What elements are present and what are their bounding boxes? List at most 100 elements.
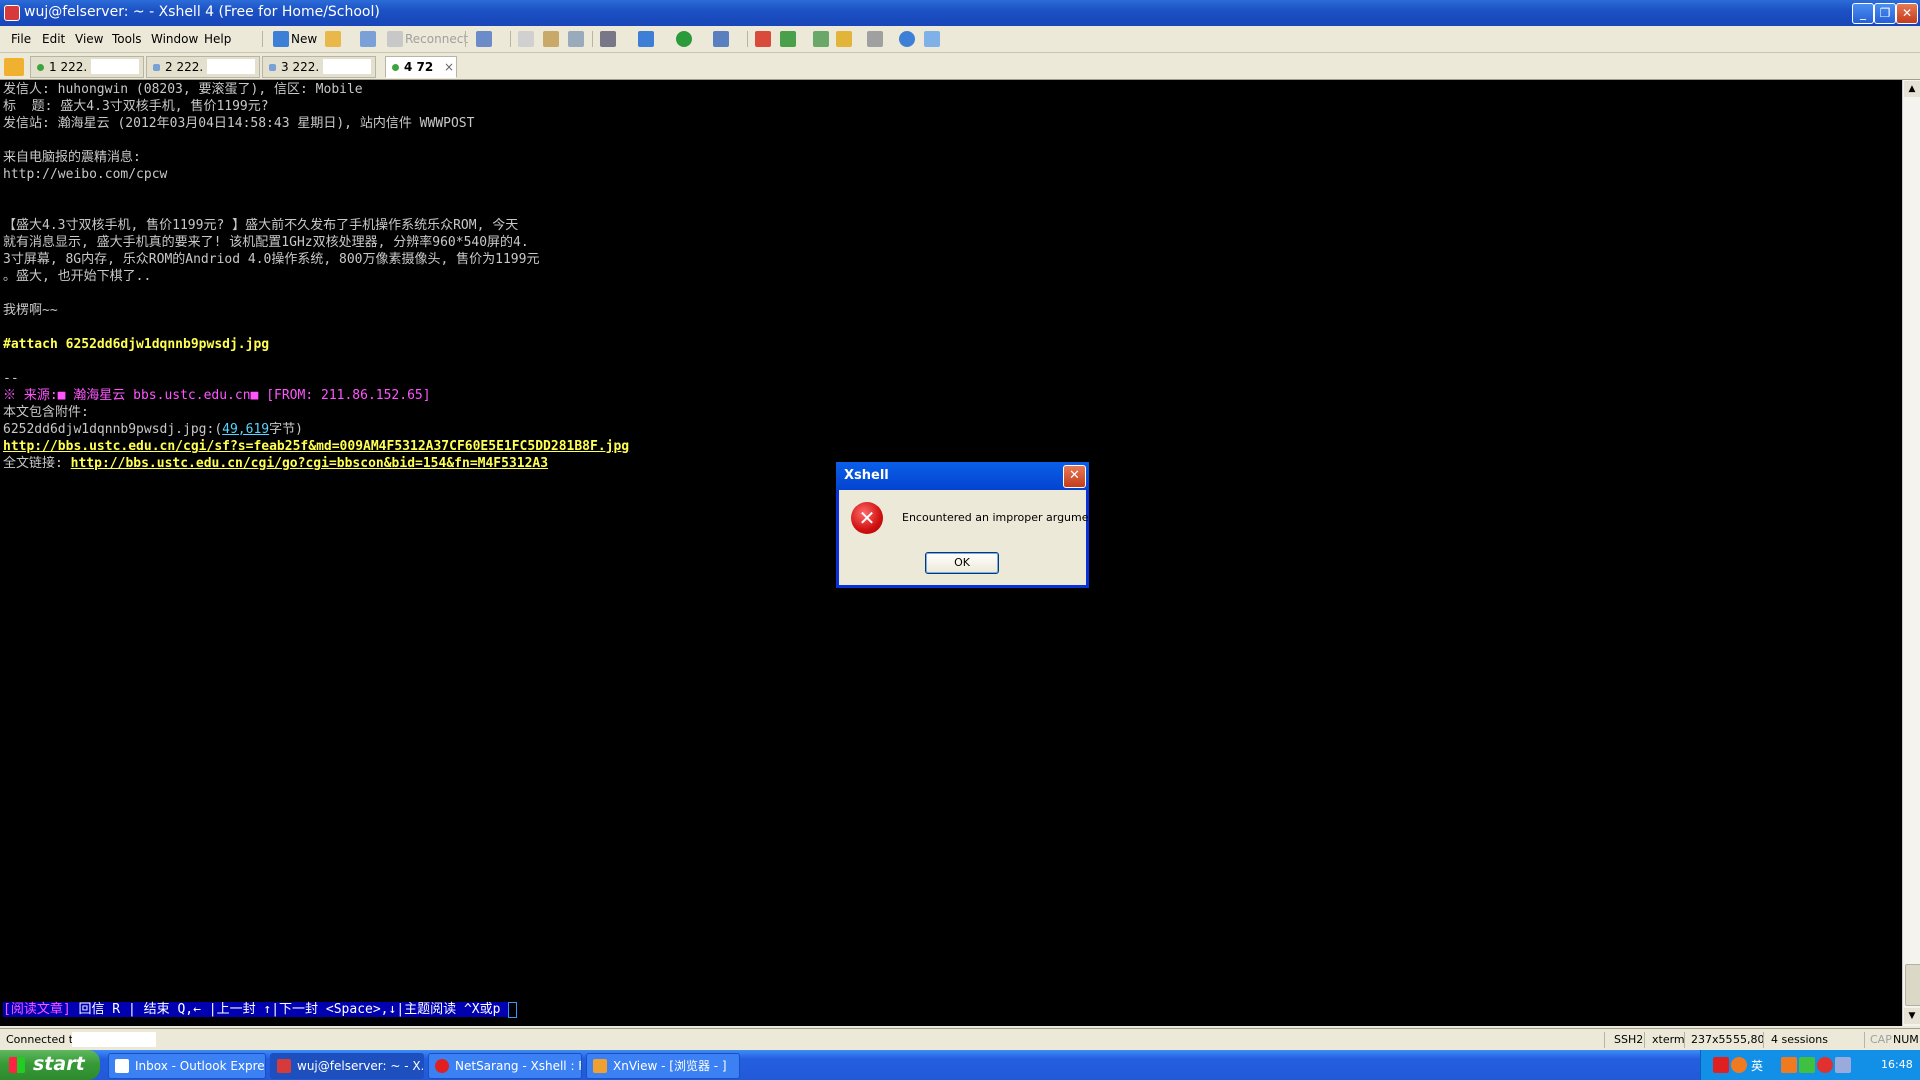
reconnect-icon	[387, 31, 403, 47]
disconnected-icon	[269, 64, 276, 71]
scroll-up-icon[interactable]: ▲	[1904, 81, 1920, 97]
clock[interactable]: 16:48	[1881, 1058, 1913, 1071]
ime-indicator[interactable]: 英	[1751, 1057, 1763, 1074]
font-icon[interactable]	[713, 31, 729, 47]
close-tab-icon[interactable]: ×	[444, 57, 454, 77]
dialog-title: Xshell	[844, 468, 889, 483]
new-button[interactable]: New	[291, 30, 317, 48]
restore-button[interactable]: ❐	[1874, 3, 1896, 24]
connected-dot-icon	[392, 64, 399, 71]
transfer-icon[interactable]	[638, 31, 654, 47]
cursor	[508, 1001, 518, 1018]
fulltext-line: 全文链接: http://bbs.ustc.edu.cn/cgi/go?cgi=…	[3, 456, 549, 471]
window-title: wuj@felserver: ~ - Xshell 4 (Free for Ho…	[24, 4, 380, 20]
find-icon[interactable]	[568, 31, 584, 47]
source-line: ※ 来源:■ 瀚海星云 bbs.ustc.edu.cn■ [FROM: 211.…	[3, 388, 431, 403]
taskbar-item-xnview[interactable]: XnView - [浏览器 - ]	[586, 1053, 740, 1079]
menu-toolbar: File Edit View Tools Window Help New Rec…	[0, 26, 1920, 53]
connection-status: Connected to	[6, 1033, 80, 1046]
terminal-line: 我楞啊~~	[3, 303, 58, 318]
toolbar-separator	[465, 31, 466, 47]
toolbar-separator	[592, 31, 593, 47]
terminal-line: 发信人: huhongwin (08203, 要滚蛋了), 信区: Mobile	[3, 82, 363, 97]
disconnected-icon	[153, 64, 160, 71]
connected-dot-icon	[37, 64, 44, 71]
security-tray-icon[interactable]	[1817, 1057, 1833, 1073]
new-session-icon	[273, 31, 289, 47]
chat-icon[interactable]	[924, 31, 940, 47]
minimize-button[interactable]: _	[1852, 3, 1874, 24]
script-icon[interactable]	[780, 31, 796, 47]
num-lock-indicator: NUM	[1893, 1033, 1919, 1046]
tab-session-1[interactable]: 1 222.	[30, 56, 144, 78]
menu-help[interactable]: Help	[204, 32, 231, 46]
add-session-icon[interactable]	[4, 58, 24, 76]
session-count: 4 sessions	[1771, 1033, 1828, 1046]
xshell-icon	[277, 1059, 291, 1073]
ok-button[interactable]: OK	[925, 552, 999, 574]
signature-dash: --	[3, 371, 19, 386]
title-bar: wuj@felserver: ~ - Xshell 4 (Free for Ho…	[0, 0, 1920, 26]
menu-window[interactable]: Window	[151, 32, 198, 46]
vertical-scrollbar[interactable]: ▲ ▼	[1902, 80, 1920, 1026]
taskbar-item-outlook[interactable]: Inbox - Outlook Express	[108, 1053, 266, 1079]
terminal-line: 发信站: 瀚海星云 (2012年03月04日14:58:43 星期日), 站内信…	[3, 116, 475, 131]
tray-app-icon[interactable]	[1781, 1057, 1797, 1073]
tab-session-4[interactable]: 4 72 ×	[385, 56, 457, 78]
terminal-line: 。盛大, 也开始下棋了..	[3, 269, 152, 284]
menu-view[interactable]: View	[75, 32, 103, 46]
menu-file[interactable]: File	[11, 32, 31, 46]
properties-icon[interactable]	[476, 31, 492, 47]
xnview-icon	[593, 1059, 607, 1073]
attach-size-link[interactable]: 49,619	[222, 422, 269, 437]
start-button[interactable]: start	[0, 1050, 100, 1080]
toolbar-separator	[262, 31, 263, 47]
mail-tray-icon[interactable]	[1713, 1057, 1729, 1073]
terminal-line: 标 题: 盛大4.3寸双核手机, 售价1199元?	[3, 99, 269, 114]
menu-tools[interactable]: Tools	[112, 32, 142, 46]
attach-line: #attach 6252dd6djw1dqnnb9pwsdj.jpg	[3, 337, 270, 352]
status-bar: Connected to SSH2 xterm 237x55 55,80 4 s…	[0, 1028, 1920, 1051]
tab-session-3[interactable]: 3 222.	[262, 56, 376, 78]
scroll-thumb[interactable]	[1905, 964, 1920, 1006]
help-icon[interactable]	[899, 31, 915, 47]
xftp-icon[interactable]	[755, 31, 771, 47]
paste-icon[interactable]	[543, 31, 559, 47]
attach-url-link[interactable]: http://bbs.ustc.edu.cn/cgi/sf?s=feab25f&…	[3, 438, 629, 455]
xshell-app-icon[interactable]	[4, 5, 20, 21]
globe-icon[interactable]	[676, 31, 692, 47]
terminal-line: 【盛大4.3寸双核手机, 售价1199元? 】盛大前不久发布了手机操作系统乐众R…	[3, 218, 519, 233]
protocol-indicator: SSH2	[1614, 1033, 1644, 1046]
reconnect-button[interactable]: Reconnect	[405, 30, 468, 48]
lock-icon[interactable]	[836, 31, 852, 47]
outlook-icon	[115, 1059, 129, 1073]
print-icon[interactable]	[600, 31, 616, 47]
terminal-line: 就有消息显示, 盛大手机真的要来了! 该机配置1GHz双核处理器, 分辨率960…	[3, 235, 529, 250]
dialog-close-button[interactable]: ✕	[1063, 465, 1086, 488]
error-dialog: Xshell ✕ ✕ Encountered an improper argum…	[836, 462, 1103, 588]
scroll-down-icon[interactable]: ▼	[1904, 1008, 1920, 1024]
opera-icon	[435, 1059, 449, 1073]
taskbar-item-xshell[interactable]: wuj@felserver: ~ - X...	[270, 1053, 424, 1079]
terminal-line: 3寸屏幕, 8G内存, 乐众ROM的Andriod 4.0操作系统, 800万像…	[3, 252, 540, 267]
terminal-type: xterm	[1652, 1033, 1685, 1046]
fulltext-url-link[interactable]: http://bbs.ustc.edu.cn/cgi/go?cgi=bbscon…	[71, 456, 548, 471]
tab-session-2[interactable]: 2 222.	[146, 56, 260, 78]
open-folder-icon[interactable]	[325, 31, 341, 47]
keyboard-icon[interactable]	[867, 31, 883, 47]
volume-tray-icon[interactable]	[1835, 1057, 1851, 1073]
taskbar-item-browser[interactable]: NetSarang - Xshell : F...	[428, 1053, 582, 1079]
attach-file-line: 6252dd6djw1dqnnb9pwsdj.jpg:(49,619字节)	[3, 422, 303, 437]
menu-edit[interactable]: Edit	[42, 32, 65, 46]
ime-tray-icon[interactable]	[1731, 1057, 1747, 1073]
close-window-button[interactable]: ✕	[1896, 3, 1918, 24]
system-tray: 英 16:48	[1700, 1050, 1920, 1080]
toolbar-separator	[747, 31, 748, 47]
session-tab-bar: 1 222. 2 222. 3 222. 4 72 ×	[0, 53, 1920, 80]
layout-icon[interactable]	[813, 31, 829, 47]
copy-icon[interactable]	[518, 31, 534, 47]
disconnect-icon[interactable]	[360, 31, 376, 47]
cursor-position: 55,80	[1733, 1033, 1765, 1046]
network-tray-icon[interactable]	[1799, 1057, 1815, 1073]
terminal-size: 237x55	[1691, 1033, 1733, 1046]
